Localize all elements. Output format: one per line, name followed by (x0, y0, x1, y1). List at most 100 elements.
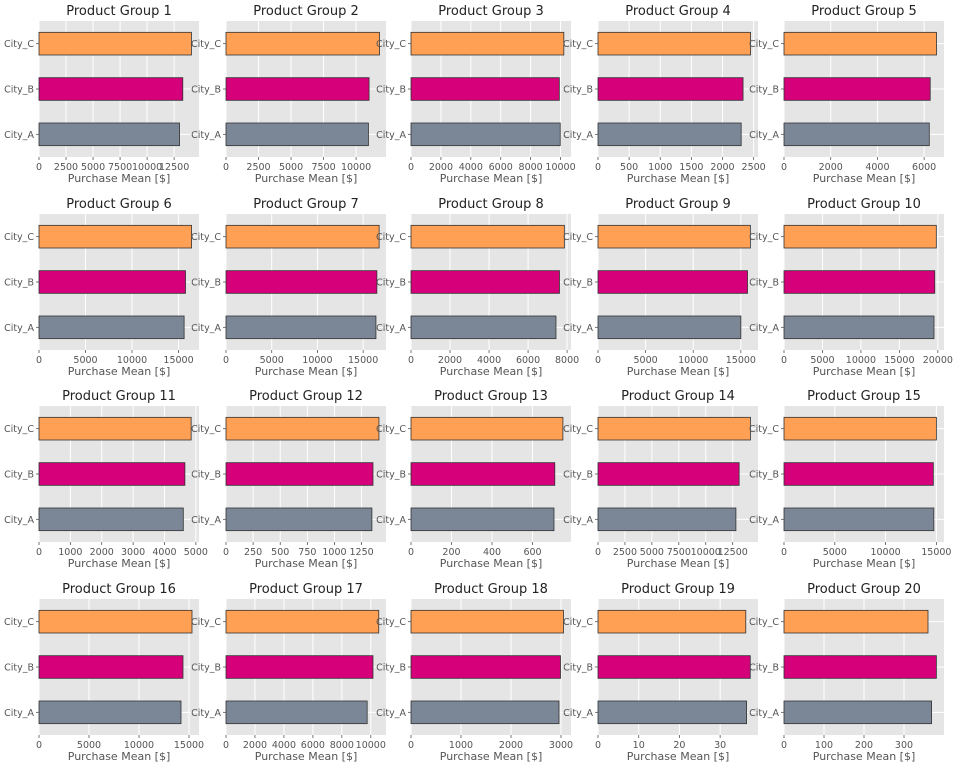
x-tick-label: 0 (36, 740, 42, 751)
y-tick-label: City_A (563, 130, 593, 141)
bar-city-c (597, 416, 751, 441)
x-axis-label: Purchase Mean [$] (813, 750, 916, 763)
x-axis-label: Purchase Mean [$] (440, 365, 543, 378)
subplot-title: Product Group 9 (625, 197, 730, 212)
x-axis-label: Purchase Mean [$] (813, 365, 916, 378)
subplot-title: Product Group 20 (807, 582, 921, 597)
bar-city-b (225, 462, 374, 486)
bar-city-c (597, 31, 751, 56)
subplot-title: Product Group 2 (253, 4, 358, 19)
y-tick-label: City_C (191, 39, 221, 50)
y-tick-label: City_C (749, 232, 779, 243)
x-tick-label: 0 (781, 547, 787, 558)
bar-city-c (410, 609, 564, 634)
x-axis-label: Purchase Mean [$] (627, 365, 730, 378)
y-tick-label: City_A (563, 708, 593, 719)
y-tick-label: City_B (376, 663, 406, 674)
x-tick-label: 0 (223, 547, 229, 558)
y-tick-label: City_A (4, 130, 34, 141)
subplot-5: City_ACity_BCity_C0 2000 4000 6000Purchase … (749, 4, 944, 185)
x-tick-label: 20000 (923, 355, 953, 366)
bar-city-a (38, 122, 180, 147)
bar-city-c (38, 609, 193, 634)
y-tick-label: City_A (376, 708, 406, 719)
y-tick-label: City_B (563, 85, 593, 96)
y-tick-label: City_C (749, 617, 779, 628)
y-tick-label: City_A (749, 515, 779, 526)
x-axis-label: Purchase Mean [$] (68, 365, 171, 378)
bar-city-b (225, 655, 374, 679)
subplot-8: City_ACity_BCity_C0 2000 4000 6000 8000Purch… (376, 197, 579, 378)
x-tick-label: 0 (223, 355, 229, 366)
y-tick-label: City_B (749, 470, 779, 481)
bar-city-b (783, 462, 934, 486)
y-tick-label: City_B (191, 470, 221, 481)
bar-city-a (783, 700, 933, 725)
bar-city-b (783, 655, 937, 679)
bar-chart-grid-figure: City_ACity_BCity_C0 2500 5000 7500 100001250… (4, 4, 953, 763)
y-tick-label: City_A (749, 323, 779, 334)
y-tick-label: City_C (749, 424, 779, 435)
y-tick-label: City_C (749, 39, 779, 50)
x-tick-label: 2500 (742, 162, 766, 173)
x-tick-label: 0 (781, 740, 787, 751)
bar-city-a (597, 507, 737, 532)
y-tick-label: City_A (191, 515, 221, 526)
y-tick-label: City_C (563, 424, 593, 435)
y-tick-label: City_A (376, 130, 406, 141)
subplot-title: Product Group 1 (66, 4, 171, 19)
bar-city-b (38, 462, 186, 486)
x-tick-label: 3000 (549, 740, 573, 751)
bar-city-a (410, 700, 560, 725)
x-axis-label: Purchase Mean [$] (255, 365, 358, 378)
bar-city-b (38, 77, 184, 101)
x-tick-label: 0 (36, 547, 42, 558)
bar-city-a (410, 315, 557, 340)
subplot-4: City_ACity_BCity_C0 500 1000 1500 2000 2500Pu… (563, 4, 766, 185)
subplot-11: City_ACity_BCity_C0 1000 2000 3000 4000 5000P… (4, 389, 208, 570)
x-tick-label: 10000 (545, 162, 575, 173)
x-tick-label: 0 (223, 162, 229, 173)
subplot-1: City_ACity_BCity_C0 2500 5000 7500 100001250… (4, 4, 199, 185)
subplot-16: City_ACity_BCity_C0 5000 10000 15000Purchas… (4, 582, 204, 763)
subplot-title: Product Group 19 (621, 582, 735, 597)
subplot-title: Product Group 4 (625, 4, 730, 19)
subplot-7: City_ACity_BCity_C0 5000 10000 15000Purchas… (191, 197, 386, 378)
subplot-2: City_ACity_BCity_C0 2500 5000 7500 10000Purc… (191, 4, 386, 185)
subplot-title: Product Group 11 (62, 389, 176, 404)
bar-city-b (783, 77, 931, 101)
bar-city-a (38, 507, 184, 532)
x-tick-label: 5000 (184, 547, 208, 558)
bar-city-b (597, 270, 748, 294)
bar-city-c (783, 224, 937, 249)
bar-city-a (597, 122, 742, 147)
x-tick-label: 0 (781, 162, 787, 173)
subplot-title: Product Group 15 (807, 389, 921, 404)
x-tick-label: 0 (408, 547, 414, 558)
bar-city-a (597, 315, 742, 340)
subplot-title: Product Group 8 (438, 197, 543, 212)
y-tick-label: City_B (376, 85, 406, 96)
x-tick-label: 0 (595, 355, 601, 366)
y-tick-label: City_A (749, 130, 779, 141)
x-axis-label: Purchase Mean [$] (440, 172, 543, 185)
bar-city-c (783, 609, 929, 634)
x-tick-label: 0 (408, 162, 414, 173)
y-tick-label: City_B (376, 470, 406, 481)
y-tick-label: City_A (191, 323, 221, 334)
bar-city-a (38, 700, 182, 725)
x-axis-label: Purchase Mean [$] (627, 557, 730, 570)
x-axis-label: Purchase Mean [$] (255, 750, 358, 763)
subplot-19: City_ACity_BCity_C0 10 20 30Purchase Mean [… (563, 582, 758, 763)
subplot-17: City_ACity_BCity_C0 2000 4000 6000 8000 10000… (191, 582, 386, 763)
bar-city-b (410, 462, 556, 486)
y-tick-label: City_B (4, 85, 34, 96)
y-tick-label: City_B (4, 278, 34, 289)
x-tick-label: 0 (408, 355, 414, 366)
x-axis-label: Purchase Mean [$] (627, 172, 730, 185)
bar-city-b (225, 77, 370, 101)
x-axis-label: Purchase Mean [$] (813, 172, 916, 185)
subplot-10: City_ACity_BCity_C0 5000 10000 15000 20000Pu… (749, 197, 953, 378)
y-tick-label: City_C (376, 424, 406, 435)
subplot-20: City_ACity_BCity_C0 100 200 300Purchase Mea… (749, 582, 944, 763)
